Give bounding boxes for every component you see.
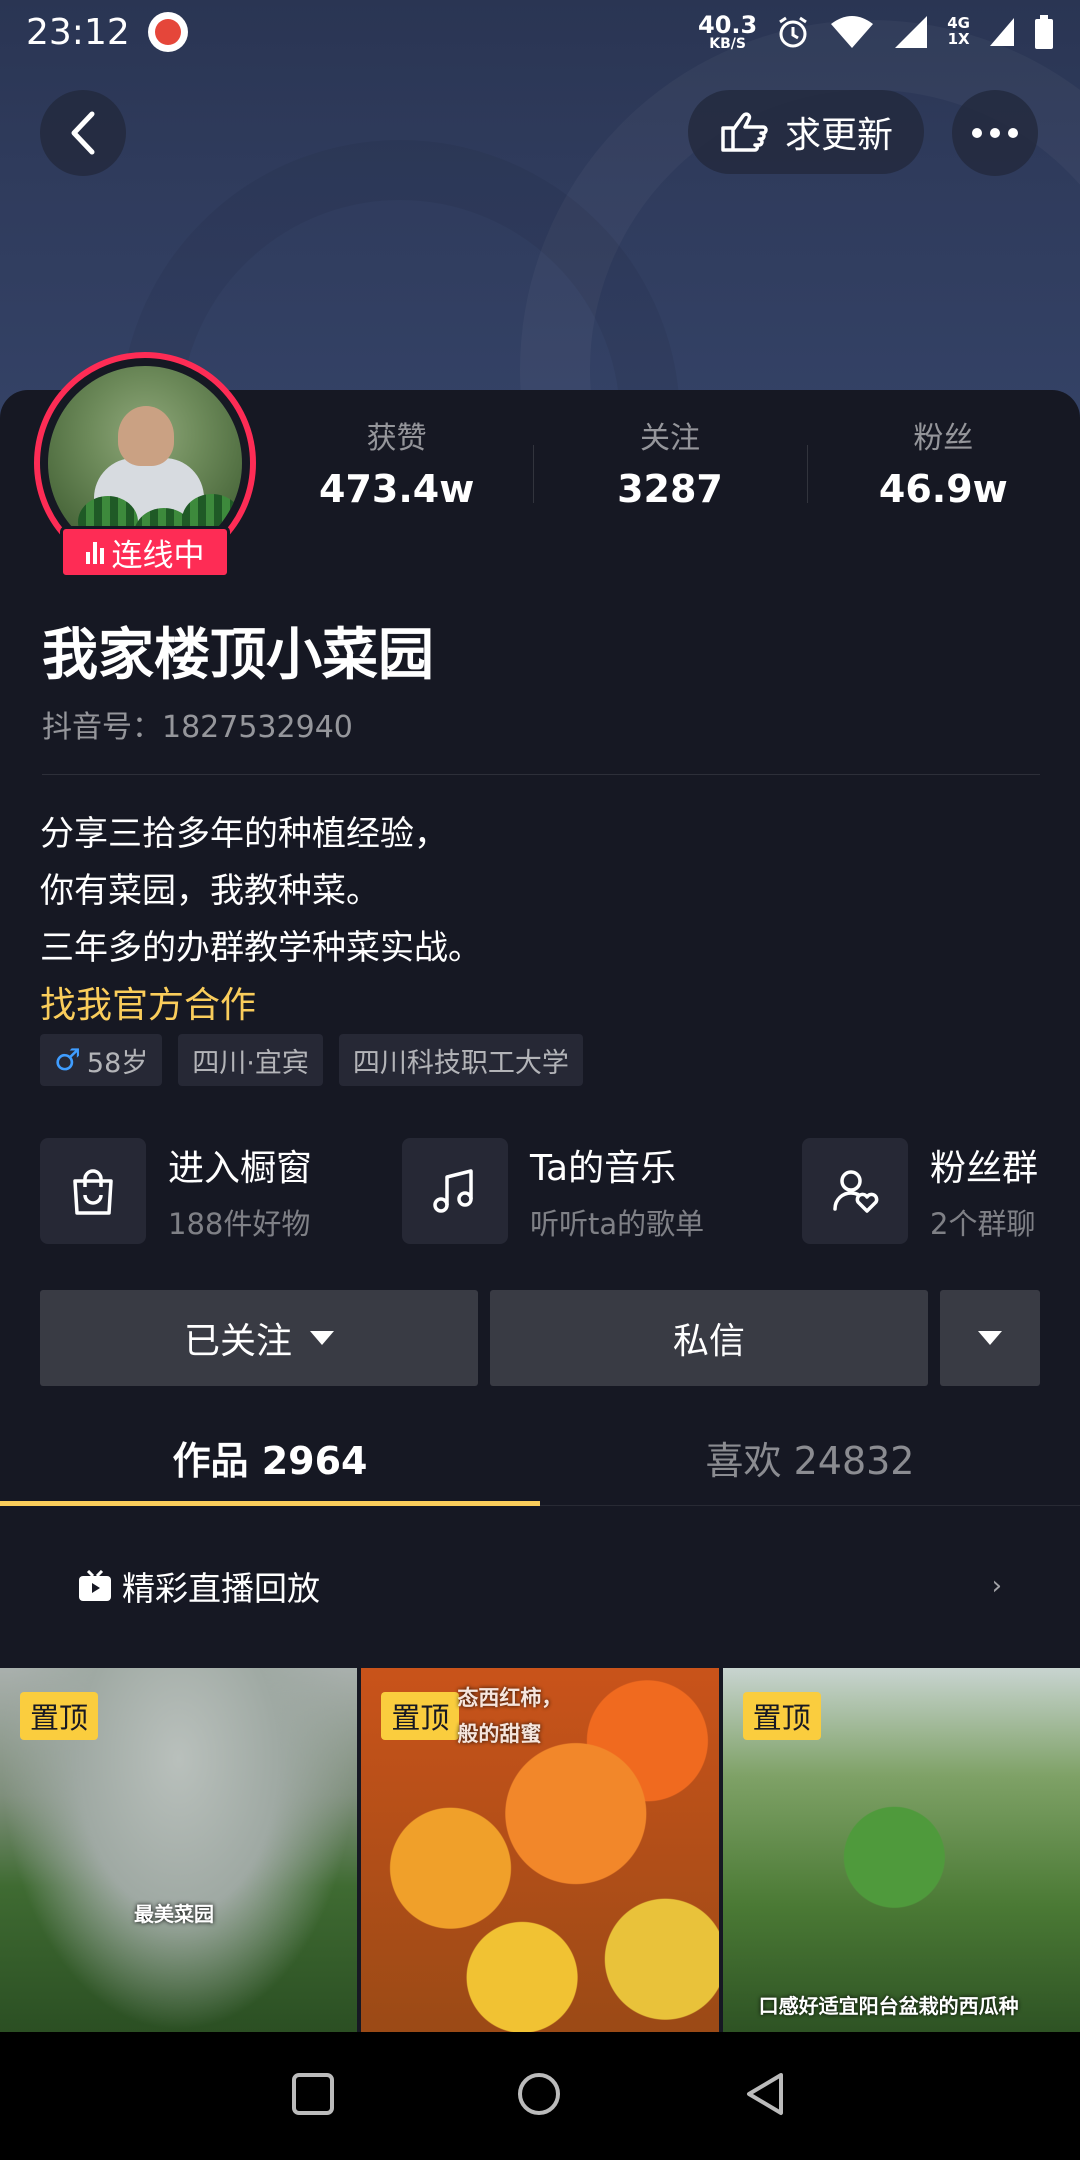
pinned-badge: 置顶: [20, 1692, 99, 1740]
tab-likes[interactable]: 喜欢 24832: [540, 1410, 1080, 1505]
profile-actions: 已关注 私信: [40, 1290, 1040, 1386]
official-cooperation-link[interactable]: 找我官方合作: [40, 977, 482, 1034]
more-dot-icon: [972, 128, 982, 138]
chevron-right-icon: ›: [991, 1571, 1002, 1601]
recent-apps-button[interactable]: [291, 2072, 335, 2120]
request-update-button[interactable]: 求更新: [688, 90, 924, 174]
stat-label: 获赞: [366, 421, 427, 456]
music-note-icon: [402, 1138, 508, 1244]
stat-likes[interactable]: 获赞 473.4w: [260, 405, 533, 525]
signal-icon: [893, 14, 929, 50]
network-type: 4G 1X: [947, 15, 970, 48]
more-dot-icon: [990, 128, 1000, 138]
more-dot-icon: [1008, 128, 1018, 138]
divider: [42, 774, 1040, 775]
shortcut-title: 粉丝群: [930, 1148, 1039, 1189]
video-overlay-text: 态西红柿， 般的甜蜜: [457, 1686, 563, 1746]
live-replay-row[interactable]: 精彩直播回放 ›: [0, 1540, 1080, 1632]
bio-line: 分享三拾多年的种植经验，: [40, 814, 448, 854]
caret-down-icon: [978, 1331, 1002, 1345]
message-label: 私信: [672, 1321, 745, 1362]
net-speed: 40.3 KB/S: [698, 13, 757, 51]
signal-icon-2: [988, 16, 1016, 48]
video-overlay-text: 最美菜园: [134, 1902, 214, 1926]
age-label: 58岁: [86, 1047, 149, 1079]
school-label: 四川科技职工大学: [352, 1047, 569, 1079]
video-overlay-text: 口感好适宜阳台盆栽的西瓜种: [758, 1994, 1019, 2018]
circle-icon: [517, 2073, 560, 2115]
male-icon: ♂: [54, 1042, 81, 1078]
profile-shortcuts: 进入橱窗 188件好物 Ta的音乐 听听ta的歌单 粉丝群 2个群聊: [40, 1138, 1040, 1244]
wifi-icon: [829, 14, 875, 50]
stat-value: 46.9w: [878, 467, 1008, 511]
pinned-badge: 置顶: [381, 1692, 460, 1740]
message-button[interactable]: 私信: [490, 1290, 928, 1386]
live-badge-label: 连线中: [111, 537, 205, 574]
back-button[interactable]: [40, 90, 126, 176]
profile-name: 我家楼顶小菜园: [42, 623, 434, 688]
caret-down-icon: [310, 1331, 334, 1345]
douyin-id[interactable]: 抖音号：1827532940: [42, 702, 353, 746]
battery-icon: [1034, 14, 1054, 50]
video-thumbnail[interactable]: 置顶 口感好适宜阳台盆栽的西瓜种: [722, 1668, 1080, 2032]
location-label: 四川·宜宾: [192, 1047, 309, 1079]
shopping-bag-icon: [40, 1138, 146, 1244]
bio-line: 你有菜园，我教种菜。: [40, 871, 380, 911]
followed-label: 已关注: [183, 1321, 292, 1362]
status-time: 23:12: [26, 11, 130, 53]
request-update-label: 求更新: [784, 115, 893, 156]
net-speed-value: 40.3: [698, 11, 758, 39]
age-tag: ♂ 58岁: [40, 1034, 163, 1086]
profile-bio: 分享三拾多年的种植经验， 你有菜园，我教种菜。 三年多的办群教学种菜实战。 找我…: [40, 806, 482, 1034]
net-speed-unit: KB/S: [709, 36, 746, 52]
pinned-badge: 置顶: [742, 1692, 821, 1740]
system-nav-bar: [0, 2032, 1080, 2160]
stat-label: 粉丝: [913, 421, 974, 456]
video-thumbnail[interactable]: 置顶 最美菜园: [0, 1668, 358, 2032]
square-icon: [291, 2073, 334, 2115]
school-tag: 四川科技职工大学: [338, 1034, 583, 1086]
home-button[interactable]: [516, 2071, 562, 2121]
followed-button[interactable]: 已关注: [40, 1290, 478, 1386]
tv-icon: [78, 1570, 112, 1602]
shortcut-subtitle: 2个群聊: [930, 1207, 1036, 1241]
chevron-left-icon: [71, 111, 95, 155]
network-type-bottom: 1X: [947, 30, 970, 48]
triangle-back-icon: [747, 2073, 784, 2115]
recommend-dropdown-button[interactable]: [940, 1290, 1040, 1386]
stat-value: 3287: [617, 467, 723, 511]
shortcut-title: 进入橱窗: [168, 1148, 313, 1189]
pointing-hand-icon: [721, 112, 768, 152]
location-tag: 四川·宜宾: [178, 1034, 323, 1086]
status-bar: 23:12 40.3 KB/S 4G 1X: [0, 0, 1080, 64]
shortcut-subtitle: 听听ta的歌单: [530, 1207, 705, 1241]
video-thumbnail[interactable]: 置顶 态西红柿， 般的甜蜜: [361, 1668, 719, 2032]
shop-window-shortcut[interactable]: 进入橱窗 188件好物: [40, 1138, 312, 1244]
stat-value: 473.4w: [319, 467, 475, 511]
more-options-button[interactable]: [952, 90, 1038, 176]
music-shortcut[interactable]: Ta的音乐 听听ta的歌单: [402, 1138, 704, 1244]
video-grid: 置顶 最美菜园 置顶 态西红柿， 般的甜蜜 置顶 口感好适宜阳台盆栽的西瓜种: [0, 1668, 1080, 2032]
live-replay-label: 精彩直播回放: [122, 1569, 320, 1608]
app-notification-icon: [147, 12, 188, 52]
stat-following[interactable]: 关注 3287: [533, 405, 806, 525]
bio-line: 三年多的办群教学种菜实战。: [40, 928, 482, 968]
alarm-icon: [775, 14, 811, 50]
tab-works[interactable]: 作品 2964: [0, 1410, 540, 1506]
stat-followers[interactable]: 粉丝 46.9w: [806, 405, 1080, 525]
profile-stats: 获赞 473.4w 关注 3287 粉丝 46.9w: [260, 405, 1080, 525]
shortcut-subtitle: 188件好物: [168, 1207, 311, 1241]
shortcut-title: Ta的音乐: [530, 1148, 677, 1189]
live-bars-icon: [85, 540, 104, 564]
live-status-badge[interactable]: 连线中: [60, 526, 230, 578]
fan-group-icon: [802, 1138, 908, 1244]
profile-tags: ♂ 58岁 四川·宜宾 四川科技职工大学: [40, 1034, 583, 1086]
profile-tabs: 作品 2964 喜欢 24832: [0, 1410, 1080, 1506]
fan-group-shortcut[interactable]: 粉丝群 2个群聊: [802, 1138, 1038, 1244]
back-nav-button[interactable]: [743, 2071, 789, 2121]
stat-label: 关注: [639, 421, 700, 456]
